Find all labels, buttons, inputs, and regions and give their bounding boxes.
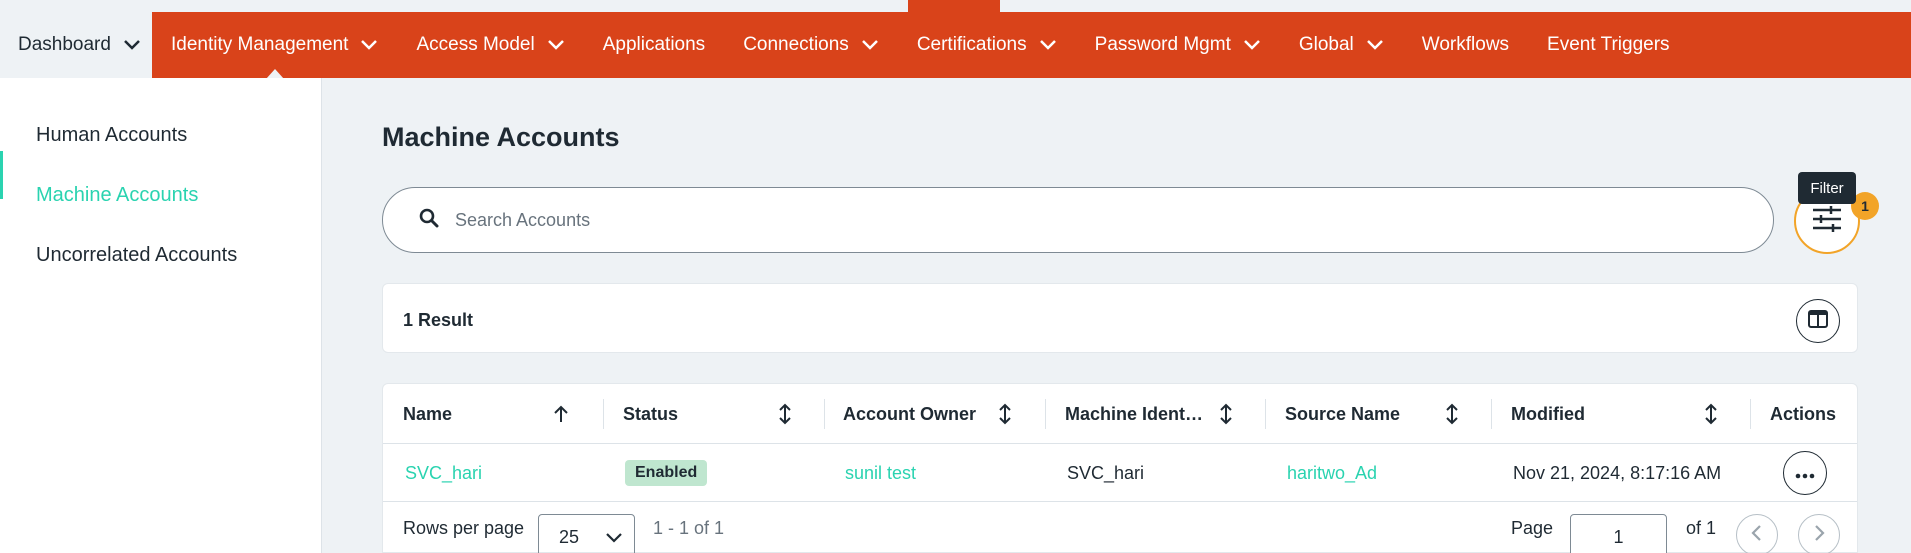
page-label: Page bbox=[1511, 517, 1554, 538]
search-icon bbox=[419, 208, 439, 233]
nav-item-access-model[interactable]: Access Model bbox=[397, 12, 583, 78]
sort-icon[interactable] bbox=[775, 384, 795, 444]
nav-item-label: Identity Management bbox=[171, 34, 349, 55]
page-number-input[interactable] bbox=[1570, 514, 1667, 553]
nav-item-label: Access Model bbox=[416, 34, 535, 55]
sort-icon[interactable] bbox=[1701, 384, 1721, 444]
sidebar-item-human-accounts[interactable]: Human Accounts bbox=[36, 124, 187, 147]
nav-item-label: Connections bbox=[743, 34, 849, 55]
nav-item-workflows[interactable]: Workflows bbox=[1403, 12, 1528, 78]
rows-per-page-value: 25 bbox=[559, 526, 580, 547]
sidebar-item-uncorrelated-accounts[interactable]: Uncorrelated Accounts bbox=[36, 244, 237, 267]
nav-item-global[interactable]: Global bbox=[1280, 12, 1403, 78]
nav-item-label: Dashboard bbox=[18, 34, 111, 55]
filter-tooltip: Filter bbox=[1798, 172, 1856, 204]
account-name-link[interactable]: SVC_hari bbox=[405, 444, 482, 502]
nav-item-label: Applications bbox=[602, 34, 706, 55]
chevron-down-icon bbox=[123, 36, 141, 54]
chevron-down-icon bbox=[1243, 36, 1261, 54]
column-header-label: Account Owner bbox=[843, 403, 977, 424]
column-separator bbox=[1750, 399, 1751, 429]
nav-item-label: Workflows bbox=[1421, 34, 1510, 55]
column-header-name[interactable]: Name bbox=[403, 384, 452, 444]
chevron-down-icon bbox=[1039, 36, 1057, 54]
column-header-account-owner[interactable]: Account Owner bbox=[843, 384, 976, 444]
accounts-table: Name Status Account Owner Machine Ident…… bbox=[382, 383, 1858, 553]
column-separator bbox=[1265, 399, 1266, 429]
pagination-range: 1 - 1 of 1 bbox=[653, 517, 725, 538]
column-header-actions: Actions bbox=[1770, 384, 1836, 444]
columns-icon bbox=[1808, 309, 1828, 333]
nav-top-accent bbox=[908, 0, 1000, 12]
nav-item-label: Global bbox=[1298, 34, 1354, 55]
table-header: Name Status Account Owner Machine Ident…… bbox=[383, 384, 1857, 444]
nav-item-connections[interactable]: Connections bbox=[724, 12, 898, 78]
rows-per-page-label: Rows per page bbox=[403, 517, 525, 538]
column-separator bbox=[1491, 399, 1492, 429]
column-header-label: Modified bbox=[1511, 403, 1585, 424]
chevron-right-icon bbox=[1812, 524, 1826, 547]
rows-per-page-select[interactable]: 25 bbox=[538, 514, 635, 553]
column-separator bbox=[824, 399, 825, 429]
nav-item-label: Event Triggers bbox=[1547, 34, 1670, 55]
column-separator bbox=[603, 399, 604, 429]
sort-icon[interactable] bbox=[1442, 384, 1462, 444]
modified-cell: Nov 21, 2024, 8:17:16 AM bbox=[1513, 462, 1722, 483]
sort-icon[interactable] bbox=[995, 384, 1015, 444]
chevron-down-icon bbox=[604, 528, 622, 546]
nav-item-identity-management[interactable]: Identity Management bbox=[152, 12, 397, 78]
page-title: Machine Accounts bbox=[382, 122, 620, 152]
result-count: 1 Result bbox=[403, 310, 474, 330]
nav-item-label: Certifications bbox=[916, 34, 1027, 55]
search-bar[interactable] bbox=[382, 187, 1774, 253]
column-header-label: Machine Ident… bbox=[1065, 403, 1204, 424]
chevron-down-icon bbox=[360, 36, 378, 54]
filter-sliders-icon bbox=[1812, 205, 1842, 237]
column-header-label: Actions bbox=[1770, 403, 1837, 424]
next-page-button[interactable] bbox=[1798, 514, 1840, 553]
sidebar-active-indicator bbox=[0, 151, 3, 199]
nav-item-applications[interactable]: Applications bbox=[584, 12, 724, 78]
machine-identity-cell: SVC_hari bbox=[1067, 462, 1145, 483]
table-row: SVC_hari Enabled sunil test SVC_hari har… bbox=[383, 444, 1857, 502]
column-header-source-name[interactable]: Source Name bbox=[1285, 384, 1400, 444]
chevron-down-icon bbox=[861, 36, 879, 54]
column-header-machine-identity[interactable]: Machine Ident… bbox=[1065, 384, 1203, 444]
page-total: of 1 bbox=[1686, 517, 1717, 538]
nav-item-label: Password Mgmt bbox=[1094, 34, 1231, 55]
nav-item-password-mgmt[interactable]: Password Mgmt bbox=[1076, 12, 1280, 78]
status-badge: Enabled bbox=[625, 460, 708, 486]
sidebar-item-machine-accounts[interactable]: Machine Accounts bbox=[36, 184, 198, 207]
chevron-down-icon bbox=[547, 36, 565, 54]
column-settings-button[interactable] bbox=[1796, 299, 1840, 343]
sidebar: Human Accounts Machine Accounts Uncorrel… bbox=[0, 78, 322, 553]
source-name-link[interactable]: haritwo_Ad bbox=[1287, 444, 1377, 502]
search-input[interactable] bbox=[455, 209, 1655, 231]
pagination: Rows per page 25 1 - 1 of 1 Page of 1 bbox=[383, 502, 1857, 553]
row-actions-button[interactable] bbox=[1783, 451, 1827, 495]
chevron-down-icon bbox=[1366, 36, 1384, 54]
column-header-label: Status bbox=[623, 403, 679, 424]
sort-ascending-icon[interactable] bbox=[551, 384, 571, 444]
nav-item-certifications[interactable]: Certifications bbox=[898, 12, 1076, 78]
column-header-status[interactable]: Status bbox=[623, 384, 678, 444]
column-separator bbox=[1045, 399, 1046, 429]
more-horizontal-icon bbox=[1795, 463, 1815, 484]
sort-icon[interactable] bbox=[1216, 384, 1236, 444]
column-header-label: Source Name bbox=[1285, 403, 1401, 424]
nav-item-event-triggers[interactable]: Event Triggers bbox=[1528, 12, 1689, 78]
previous-page-button[interactable] bbox=[1736, 514, 1778, 553]
results-header: 1 Result bbox=[382, 283, 1858, 353]
top-nav: Dashboard Identity Management Access Mod… bbox=[0, 12, 1911, 78]
chevron-left-icon bbox=[1750, 524, 1764, 547]
nav-item-dashboard[interactable]: Dashboard bbox=[0, 12, 152, 78]
column-header-modified[interactable]: Modified bbox=[1511, 384, 1585, 444]
account-owner-link[interactable]: sunil test bbox=[845, 444, 916, 502]
column-header-label: Name bbox=[403, 403, 453, 424]
